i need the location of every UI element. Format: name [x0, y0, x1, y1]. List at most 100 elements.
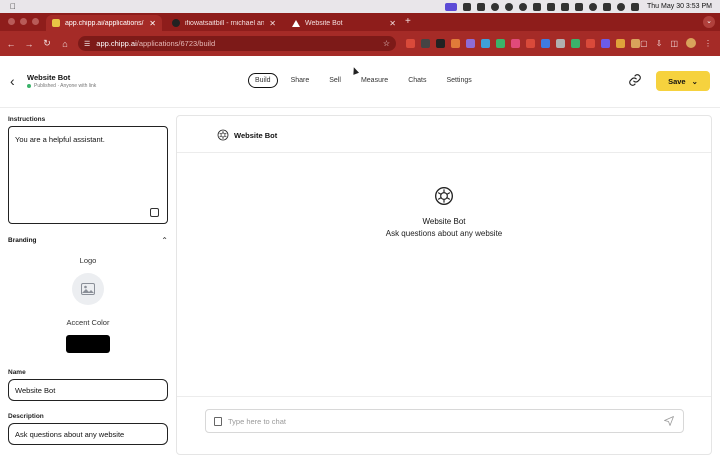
extension-icon[interactable]: [481, 39, 490, 48]
extension-icon[interactable]: [466, 39, 475, 48]
home-icon[interactable]: ⌂: [56, 39, 74, 49]
bot-logo-icon: [217, 129, 229, 141]
volume-icon[interactable]: [547, 2, 556, 11]
tab-settings[interactable]: Settings: [439, 73, 478, 88]
site-favicon-icon: [172, 19, 180, 27]
chat-input[interactable]: Type here to chat: [205, 409, 684, 433]
description-input[interactable]: Ask questions about any website: [8, 423, 168, 445]
extension-icon[interactable]: [586, 39, 595, 48]
extension-icon[interactable]: [601, 39, 610, 48]
macos-menubar:  Thu May 30 3:53 PM: [0, 0, 720, 13]
chevron-up-icon[interactable]: ⌃: [161, 236, 168, 245]
preview-title: Website Bot: [234, 131, 278, 140]
save-label: Save: [668, 76, 686, 86]
close-tab-icon[interactable]: ✕: [149, 19, 156, 28]
zoom-window-button[interactable]: [32, 18, 39, 25]
extension-icon[interactable]: [556, 39, 565, 48]
accent-color-swatch[interactable]: [66, 335, 110, 353]
extension-icon[interactable]: [511, 39, 520, 48]
preview-bot-description: Ask questions about any website: [385, 229, 503, 238]
expand-editor-icon[interactable]: [150, 208, 159, 217]
tray-icon[interactable]: [519, 2, 528, 11]
vercel-favicon-icon: [292, 19, 300, 27]
instructions-label: Instructions: [8, 116, 46, 123]
back-chevron-icon[interactable]: ‹: [10, 73, 15, 89]
preview-bot-name: Website Bot: [422, 217, 466, 226]
menu-dots-icon[interactable]: ⋮: [704, 39, 712, 48]
minimize-window-button[interactable]: [20, 18, 27, 25]
battery-icon[interactable]: [575, 2, 584, 11]
extension-icon[interactable]: [631, 39, 640, 48]
tab-title: Website Bot: [305, 19, 343, 27]
clock[interactable]: Thu May 30 3:53 PM: [647, 3, 712, 10]
sidepanel-icon[interactable]: ◫: [670, 39, 678, 48]
reload-icon[interactable]: ↻: [38, 38, 56, 49]
tray-icon[interactable]: [463, 2, 472, 11]
tray-icon[interactable]: [477, 2, 486, 11]
toolbar-right: ▢ ⇩ ◫ ⋮: [640, 38, 712, 48]
download-icon[interactable]: ⇩: [656, 39, 663, 48]
url-path: /applications/6723/build: [136, 39, 216, 48]
logo-upload[interactable]: [72, 273, 104, 305]
siri-icon[interactable]: [631, 2, 640, 11]
extension-icon[interactable]: [496, 39, 505, 48]
new-tab-button[interactable]: +: [405, 16, 411, 27]
tab-title: app.chipp.ai/applications/6723: [65, 19, 144, 27]
extension-icon[interactable]: [421, 39, 430, 48]
close-window-button[interactable]: [8, 18, 15, 25]
extension-icon[interactable]: [526, 39, 535, 48]
bot-logo-icon: [435, 187, 453, 205]
browser-tab[interactable]: Website Bot ✕: [286, 15, 402, 31]
app-status-text: Published · Anyone with link: [34, 83, 97, 89]
tab-chats[interactable]: Chats: [401, 73, 433, 88]
forward-arrow-icon[interactable]: →: [20, 39, 38, 49]
send-icon[interactable]: [663, 415, 675, 427]
url-host: app.chipp.ai: [96, 39, 137, 48]
address-bar[interactable]: ☰ app.chipp.ai/applications/6723/build ☆: [78, 36, 396, 51]
extension-icon[interactable]: [616, 39, 625, 48]
tab-share[interactable]: Share: [284, 73, 317, 88]
save-button[interactable]: Save ⌄: [656, 71, 710, 91]
extension-icon[interactable]: [541, 39, 550, 48]
tab-title: ifiowatsaitbill - rnichael and ...: [185, 19, 265, 27]
profile-avatar[interactable]: [686, 38, 696, 48]
tab-measure[interactable]: Measure: [354, 73, 395, 88]
bookmark-star-icon[interactable]: ☆: [383, 39, 390, 48]
site-info-icon[interactable]: ☰: [84, 40, 90, 48]
copy-link-icon[interactable]: [628, 73, 642, 87]
wifi-icon[interactable]: [589, 2, 598, 11]
apple-icon[interactable]: : [10, 2, 16, 11]
tray-icon[interactable]: [491, 2, 500, 11]
chat-preview: Website Bot Website Bot Ask questions ab…: [176, 115, 712, 455]
chevron-down-icon: ⌄: [691, 76, 698, 86]
chatgpt-icon[interactable]: [505, 2, 514, 11]
back-arrow-icon[interactable]: ←: [2, 39, 20, 49]
control-center-icon[interactable]: [603, 2, 612, 11]
extension-icon[interactable]: [571, 39, 580, 48]
extension-icon[interactable]: [436, 39, 445, 48]
attach-file-icon[interactable]: [214, 416, 222, 426]
name-input[interactable]: Website Bot: [8, 379, 168, 401]
browser-tab[interactable]: ifiowatsaitbill - rnichael and ... ✕: [166, 15, 282, 31]
name-label: Name: [8, 369, 26, 376]
extensions-row: [406, 39, 640, 48]
browser-tab[interactable]: app.chipp.ai/applications/6723 ✕: [46, 15, 162, 31]
branding-section-header[interactable]: Branding ⌃: [8, 236, 168, 245]
extension-icon[interactable]: [451, 39, 460, 48]
extensions-puzzle-icon[interactable]: ▢: [640, 39, 648, 48]
tab-sell[interactable]: Sell: [322, 73, 348, 88]
close-tab-icon[interactable]: ✕: [389, 19, 396, 28]
app-status-icon[interactable]: [445, 2, 458, 11]
search-icon[interactable]: [617, 2, 626, 11]
accent-color-label: Accent Color: [66, 318, 110, 327]
instructions-textarea[interactable]: You are a helpful assistant.: [8, 126, 168, 224]
window-controls: [8, 18, 39, 25]
bluetooth-icon[interactable]: [561, 2, 570, 11]
extension-icon[interactable]: [406, 39, 415, 48]
app-header: ‹ Website Bot Published · Anyone with li…: [0, 56, 720, 108]
tab-search-button[interactable]: ⌄: [703, 16, 715, 28]
tray-icon[interactable]: [533, 2, 542, 11]
close-tab-icon[interactable]: ✕: [269, 19, 276, 28]
tab-build[interactable]: Build: [248, 73, 278, 88]
status-dot-icon: [27, 84, 31, 88]
